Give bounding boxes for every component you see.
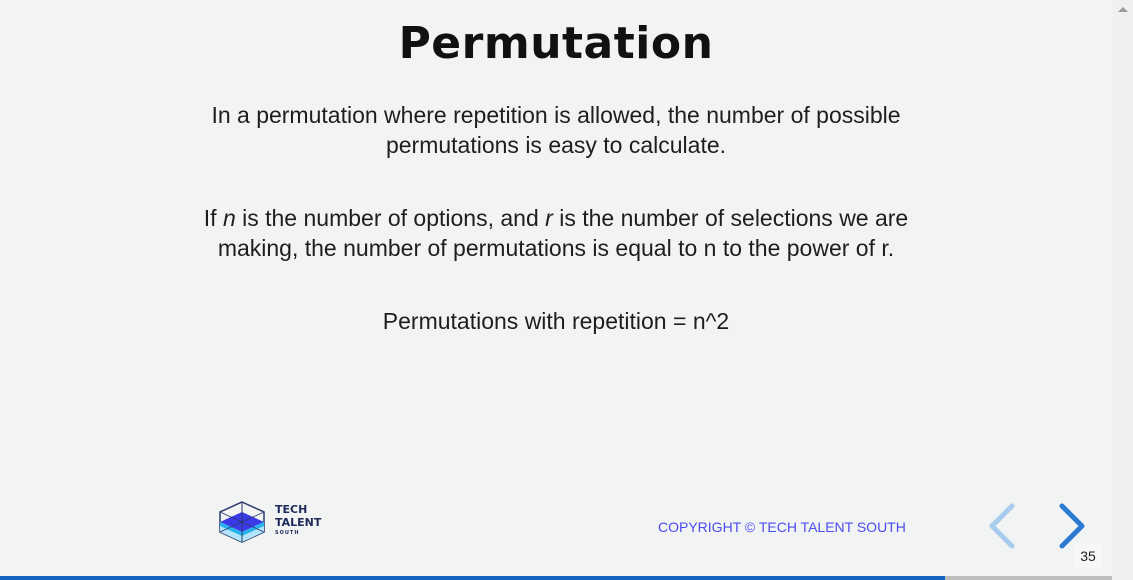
formula: Permutations with repetition = n^2 — [382, 308, 730, 334]
text: is the number of options, and — [235, 205, 546, 231]
slide-title: Permutation — [398, 18, 714, 69]
logo-line-1: TECH — [275, 503, 308, 516]
variable-n: n — [222, 205, 236, 231]
scroll-up-arrow-icon[interactable] — [1118, 7, 1128, 12]
text: is the number of selections we are — [552, 205, 909, 231]
variable-r: r — [545, 205, 553, 231]
paragraph-1-line-1: In a permutation where repetition is all… — [211, 102, 901, 128]
progress-fill — [0, 576, 946, 580]
slide-content: Permutation In a permutation where repet… — [0, 0, 1112, 336]
paragraph-2-line-1: If n is the number of options, and r is … — [186, 203, 926, 233]
copyright-text: COPYRIGHT © TECH TALENT SOUTH — [658, 519, 906, 535]
slide: Permutation In a permutation where repet… — [0, 0, 1112, 580]
logo-line-2: TALENT — [275, 516, 322, 529]
logo-line-3: SOUTH — [275, 530, 300, 536]
text: If — [203, 205, 223, 231]
scrollbar[interactable] — [1112, 0, 1133, 580]
slide-number: 35 — [1073, 543, 1103, 569]
paragraph-1-line-2: permutations is easy to calculate. — [385, 132, 727, 158]
tech-talent-south-logo-icon — [219, 501, 265, 543]
previous-slide-chevron-left-icon[interactable] — [986, 502, 1018, 550]
progress-bar — [0, 576, 1112, 580]
paragraph-1: In a permutation where repetition is all… — [186, 100, 926, 160]
logo-text: TECH TALENT SOUTH — [275, 503, 321, 537]
presentation-frame: Permutation In a permutation where repet… — [0, 0, 1133, 580]
paragraph-2-line-2: making, the number of permutations is eq… — [217, 235, 895, 261]
paragraph-2: If n is the number of options, and r is … — [186, 203, 926, 263]
